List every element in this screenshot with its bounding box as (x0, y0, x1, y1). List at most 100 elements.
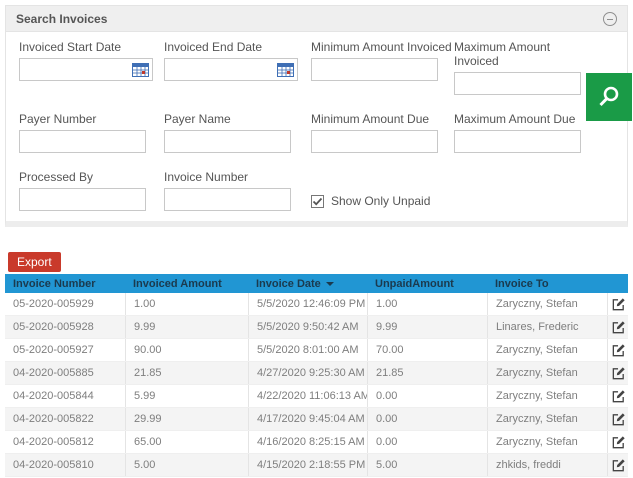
cell-unpaid-amount: 0.00 (367, 431, 487, 453)
cell-invoiced-amount: 5.99 (125, 385, 248, 407)
field-label: Invoiced End Date (164, 40, 311, 54)
table-row: 04-2020-00581265.004/16/2020 8:25:15 AM0… (5, 431, 628, 454)
cell-invoice-date: 5/5/2020 12:46:09 PM (248, 293, 367, 315)
table-row: 05-2020-00592790.005/5/2020 8:01:00 AM70… (5, 339, 628, 362)
field-maximum-amount-due: Maximum Amount Due (454, 112, 594, 153)
search-icon (596, 84, 622, 110)
edit-row-button[interactable] (611, 435, 626, 450)
cell-unpaid-amount: 0.00 (367, 408, 487, 430)
cell-invoice-date: 4/17/2020 9:45:04 AM (248, 408, 367, 430)
field-maximum-amount-invoiced: Maximum Amount Invoiced (454, 40, 594, 95)
invoiced-end-date-input-wrap (164, 58, 298, 81)
field-label: Invoice Number (164, 170, 311, 184)
payer-name-input[interactable] (164, 130, 291, 153)
edit-row-button[interactable] (611, 320, 626, 335)
field-minimum-amount-due: Minimum Amount Due (311, 112, 454, 153)
search-invoices-panel: Search Invoices Invoiced Start DateInvoi… (5, 5, 628, 227)
field-invoiced-end-date: Invoiced End Date (164, 40, 311, 95)
cell-edit (607, 408, 628, 430)
edit-icon (611, 320, 626, 335)
cell-invoice-number: 04-2020-005810 (5, 454, 125, 476)
cell-invoice-number: 05-2020-005928 (5, 316, 125, 338)
field-payer-number: Payer Number (19, 112, 164, 153)
field-label: Processed By (19, 170, 164, 184)
show-only-unpaid-checkbox[interactable] (311, 195, 324, 208)
cell-invoice-date: 4/27/2020 9:25:30 AM (248, 362, 367, 384)
edit-icon (611, 435, 626, 450)
cell-edit (607, 454, 628, 476)
column-header-invoice-to[interactable]: Invoice To (487, 274, 607, 293)
column-header-unpaid-amount[interactable]: UnpaidAmount (367, 274, 487, 293)
cell-invoice-to: Zaryczny, Stefan (487, 385, 607, 407)
edit-icon (611, 297, 626, 312)
column-header-invoice-number[interactable]: Invoice Number (5, 274, 125, 293)
cell-invoice-number: 04-2020-005844 (5, 385, 125, 407)
cell-invoiced-amount: 65.00 (125, 431, 248, 453)
maximum-amount-invoiced-input[interactable] (454, 72, 581, 95)
cell-invoice-number: 04-2020-005812 (5, 431, 125, 453)
cell-edit (607, 385, 628, 407)
show-only-unpaid-group: Show Only Unpaid (311, 191, 454, 211)
edit-row-button[interactable] (611, 389, 626, 404)
cell-invoice-to: zhkids, freddi (487, 454, 607, 476)
column-header-invoiced-amount[interactable]: Invoiced Amount (125, 274, 248, 293)
cell-invoice-date: 5/5/2020 8:01:00 AM (248, 339, 367, 361)
minimum-amount-due-input[interactable] (311, 130, 438, 153)
edit-icon (611, 343, 626, 358)
cell-invoice-number: 05-2020-005927 (5, 339, 125, 361)
cell-invoice-number: 04-2020-005885 (5, 362, 125, 384)
maximum-amount-due-input[interactable] (454, 130, 581, 153)
cell-unpaid-amount: 21.85 (367, 362, 487, 384)
edit-row-button[interactable] (611, 297, 626, 312)
edit-icon (611, 458, 626, 473)
cell-invoice-to: Zaryczny, Stefan (487, 339, 607, 361)
table-row: 04-2020-00588521.854/27/2020 9:25:30 AM2… (5, 362, 628, 385)
cell-invoiced-amount: 90.00 (125, 339, 248, 361)
field-label: Invoiced Start Date (19, 40, 164, 54)
column-header-invoice-date[interactable]: Invoice Date (248, 274, 367, 293)
cell-edit (607, 431, 628, 453)
sort-desc-icon (326, 282, 334, 286)
table-row: 04-2020-00582229.994/17/2020 9:45:04 AM0… (5, 408, 628, 431)
invoice-table-header: Invoice Number Invoiced Amount Invoice D… (5, 274, 628, 293)
cell-invoice-to: Linares, Frederic (487, 316, 607, 338)
panel-body: Invoiced Start DateInvoiced End Date Mini… (6, 32, 627, 221)
calendar-icon[interactable] (277, 62, 297, 77)
invoiced-start-date-input[interactable] (20, 61, 132, 79)
field-invoice-number: Invoice Number (164, 170, 311, 211)
field-label: Maximum Amount Invoiced (454, 40, 594, 68)
edit-icon (611, 366, 626, 381)
cell-edit (607, 339, 628, 361)
cell-edit (607, 293, 628, 315)
calendar-icon[interactable] (132, 62, 152, 77)
cell-invoice-date: 4/22/2020 11:06:13 AM (248, 385, 367, 407)
search-button[interactable] (586, 73, 632, 121)
page: Search Invoices Invoiced Start DateInvoi… (0, 0, 633, 478)
table-row: 04-2020-0058105.004/15/2020 2:18:55 PM5.… (5, 454, 628, 477)
invoice-number-input[interactable] (164, 188, 291, 211)
processed-by-input[interactable] (19, 188, 146, 211)
export-button[interactable]: Export (8, 252, 61, 272)
edit-row-button[interactable] (611, 366, 626, 381)
field-label: Minimum Amount Due (311, 112, 454, 126)
field-label: Maximum Amount Due (454, 112, 594, 126)
cell-invoiced-amount: 1.00 (125, 293, 248, 315)
cell-unpaid-amount: 9.99 (367, 316, 487, 338)
minimum-amount-invoiced-input[interactable] (311, 58, 438, 81)
edit-row-button[interactable] (611, 343, 626, 358)
field-payer-name: Payer Name (164, 112, 311, 153)
cell-invoice-to: Zaryczny, Stefan (487, 362, 607, 384)
cell-edit (607, 316, 628, 338)
invoiced-end-date-input[interactable] (165, 61, 277, 79)
cell-edit (607, 362, 628, 384)
payer-number-input[interactable] (19, 130, 146, 153)
collapse-panel-button[interactable] (603, 12, 617, 26)
table-row: 04-2020-0058445.994/22/2020 11:06:13 AM0… (5, 385, 628, 408)
check-icon (312, 196, 323, 207)
column-header-edit (607, 274, 628, 293)
invoiced-start-date-input-wrap (19, 58, 153, 81)
cell-invoice-number: 04-2020-005822 (5, 408, 125, 430)
edit-row-button[interactable] (611, 458, 626, 473)
field-invoiced-start-date: Invoiced Start Date (19, 40, 164, 95)
edit-row-button[interactable] (611, 412, 626, 427)
